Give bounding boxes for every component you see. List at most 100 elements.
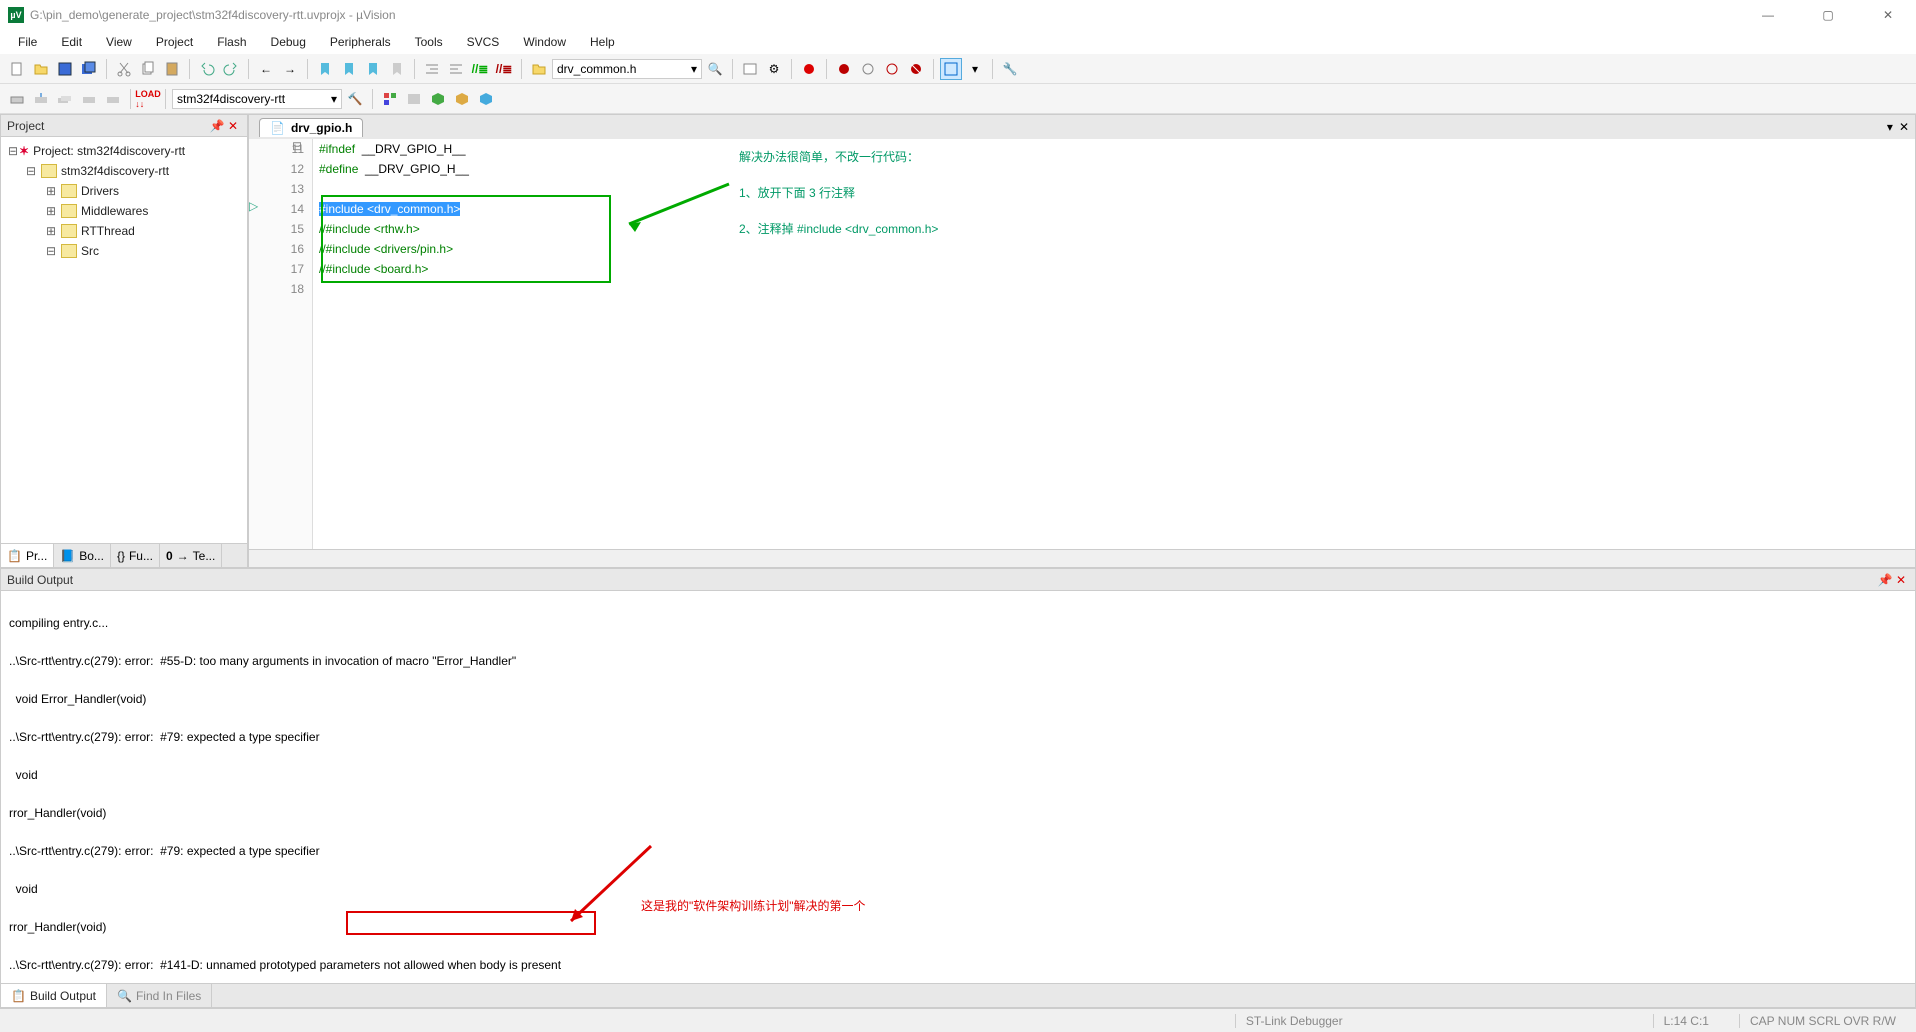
tree-target-label[interactable]: stm32f4discovery-rtt: [61, 164, 169, 178]
batch-build-icon[interactable]: [78, 88, 100, 110]
breakpoint-enable-icon[interactable]: [857, 58, 879, 80]
tab-templates[interactable]: 0→Te...: [160, 544, 222, 567]
download-icon[interactable]: LOAD↓↓: [137, 88, 159, 110]
find-in-files-icon[interactable]: [528, 58, 550, 80]
nav-back-icon[interactable]: ←: [255, 58, 277, 80]
code-lines[interactable]: #ifndef __DRV_GPIO_H__ #define __DRV_GPI…: [313, 139, 469, 549]
panel-pin-icon[interactable]: 📌: [1877, 573, 1893, 587]
tree-folder-src[interactable]: Src: [81, 244, 99, 258]
tab-project[interactable]: 📋 Pr...: [1, 544, 54, 567]
find-combo[interactable]: drv_common.h▾: [552, 59, 702, 79]
tree-toggle[interactable]: ⊞: [45, 204, 57, 218]
open-icon[interactable]: [30, 58, 52, 80]
build-output-title: Build Output: [7, 573, 73, 587]
tab-find-in-files[interactable]: 🔍 Find In Files: [107, 984, 212, 1007]
bookmark-icon[interactable]: [314, 58, 336, 80]
debug-config-icon[interactable]: [739, 58, 761, 80]
minimize-button[interactable]: —: [1748, 8, 1788, 22]
outdent-icon[interactable]: [445, 58, 467, 80]
rebuild-icon[interactable]: [54, 88, 76, 110]
menu-file[interactable]: File: [8, 33, 47, 51]
close-button[interactable]: ✕: [1868, 8, 1908, 22]
nav-fwd-icon[interactable]: →: [279, 58, 301, 80]
copy-icon[interactable]: [137, 58, 159, 80]
panel-close-icon[interactable]: ✕: [225, 119, 241, 133]
menu-peripherals[interactable]: Peripherals: [320, 33, 401, 51]
debug-start-icon[interactable]: [798, 58, 820, 80]
bookmark-prev-icon[interactable]: [338, 58, 360, 80]
pack-installer-icon[interactable]: [475, 88, 497, 110]
menu-debug[interactable]: Debug: [261, 33, 316, 51]
tab-books[interactable]: 📘 Bo...: [54, 544, 111, 567]
annotation-green-arrow: [619, 179, 739, 239]
save-all-icon[interactable]: [78, 58, 100, 80]
menu-tools[interactable]: Tools: [405, 33, 453, 51]
menu-svcs[interactable]: SVCS: [457, 33, 510, 51]
cut-icon[interactable]: [113, 58, 135, 80]
target-combo[interactable]: stm32f4discovery-rtt▾: [172, 89, 342, 109]
stop-build-icon[interactable]: [102, 88, 124, 110]
breakpoint-disable-icon[interactable]: [881, 58, 903, 80]
menu-window[interactable]: Window: [513, 33, 576, 51]
panel-pin-icon[interactable]: 📌: [209, 119, 225, 133]
folder-icon: [61, 184, 77, 198]
save-icon[interactable]: [54, 58, 76, 80]
file-ext-icon[interactable]: [403, 88, 425, 110]
paste-icon[interactable]: [161, 58, 183, 80]
line-gutter: 11 12 13 14 15 16 17 18: [249, 139, 313, 549]
project-tree[interactable]: ⊟ ✶ Project: stm32f4discovery-rtt ⊟ stm3…: [1, 137, 247, 543]
sidebar-tabs: 📋 Pr... 📘 Bo... {} Fu... 0→Te...: [1, 543, 247, 567]
file-icon: 📄: [270, 121, 285, 135]
menu-flash[interactable]: Flash: [207, 33, 256, 51]
tree-toggle[interactable]: ⊟: [45, 244, 57, 258]
tree-toggle[interactable]: ⊞: [45, 184, 57, 198]
redo-icon[interactable]: [220, 58, 242, 80]
tree-toggle[interactable]: ⊞: [45, 224, 57, 238]
window-layout-icon[interactable]: [940, 58, 962, 80]
editor-tabs: 📄 drv_gpio.h ▾ ✕: [249, 115, 1915, 139]
select-pack-icon[interactable]: [451, 88, 473, 110]
comment-icon[interactable]: //≣: [469, 58, 491, 80]
undo-icon[interactable]: [196, 58, 218, 80]
tree-folder-rtthread[interactable]: RTThread: [81, 224, 135, 238]
tree-toggle[interactable]: ⊟: [25, 164, 37, 178]
tree-root-label[interactable]: Project: stm32f4discovery-rtt: [33, 144, 185, 158]
editor-tab-drv-gpio[interactable]: 📄 drv_gpio.h: [259, 118, 363, 137]
build-output-body[interactable]: compiling entry.c... ..\Src-rtt\entry.c(…: [1, 591, 1915, 983]
manage-icon[interactable]: [379, 88, 401, 110]
menu-project[interactable]: Project: [146, 33, 203, 51]
breakpoint-icon[interactable]: [833, 58, 855, 80]
breakpoint-kill-icon[interactable]: [905, 58, 927, 80]
tab-build-output[interactable]: 📋 Build Output: [1, 984, 107, 1007]
menu-edit[interactable]: Edit: [51, 33, 92, 51]
editor-dropdown-icon[interactable]: ▾: [1887, 120, 1893, 134]
tree-folder-drivers[interactable]: Drivers: [81, 184, 119, 198]
window-controls: — ▢ ✕: [1748, 8, 1908, 22]
bookmark-next-icon[interactable]: [362, 58, 384, 80]
options-icon[interactable]: ⚙: [763, 58, 785, 80]
code-editor[interactable]: 11 12 13 14 15 16 17 18 ⊟ ▷ #ifndef __DR…: [249, 139, 1915, 549]
build-icon[interactable]: [30, 88, 52, 110]
window-title: G:\pin_demo\generate_project\stm32f4disc…: [30, 8, 1748, 22]
bookmark-clear-icon[interactable]: [386, 58, 408, 80]
new-file-icon[interactable]: [6, 58, 28, 80]
configure-icon[interactable]: 🔧: [999, 58, 1021, 80]
maximize-button[interactable]: ▢: [1808, 8, 1848, 22]
tree-toggle[interactable]: ⊟: [7, 144, 19, 158]
manage-pack-icon[interactable]: [427, 88, 449, 110]
target-options-icon[interactable]: 🔨: [344, 88, 366, 110]
menu-view[interactable]: View: [96, 33, 142, 51]
menu-help[interactable]: Help: [580, 33, 625, 51]
indent-icon[interactable]: [421, 58, 443, 80]
tree-folder-middlewares[interactable]: Middlewares: [81, 204, 148, 218]
tab-functions[interactable]: {} Fu...: [111, 544, 160, 567]
uncomment-icon[interactable]: //≣: [493, 58, 515, 80]
fold-icon[interactable]: ⊟: [291, 139, 303, 153]
build-output-panel: Build Output 📌 ✕ compiling entry.c... ..…: [0, 568, 1916, 1008]
panel-close-icon[interactable]: ✕: [1893, 573, 1909, 587]
translate-icon[interactable]: [6, 88, 28, 110]
editor-hscroll[interactable]: [249, 549, 1915, 567]
layout-dropdown-icon[interactable]: ▾: [964, 58, 986, 80]
editor-close-icon[interactable]: ✕: [1899, 120, 1909, 134]
find-icon[interactable]: 🔍: [704, 58, 726, 80]
